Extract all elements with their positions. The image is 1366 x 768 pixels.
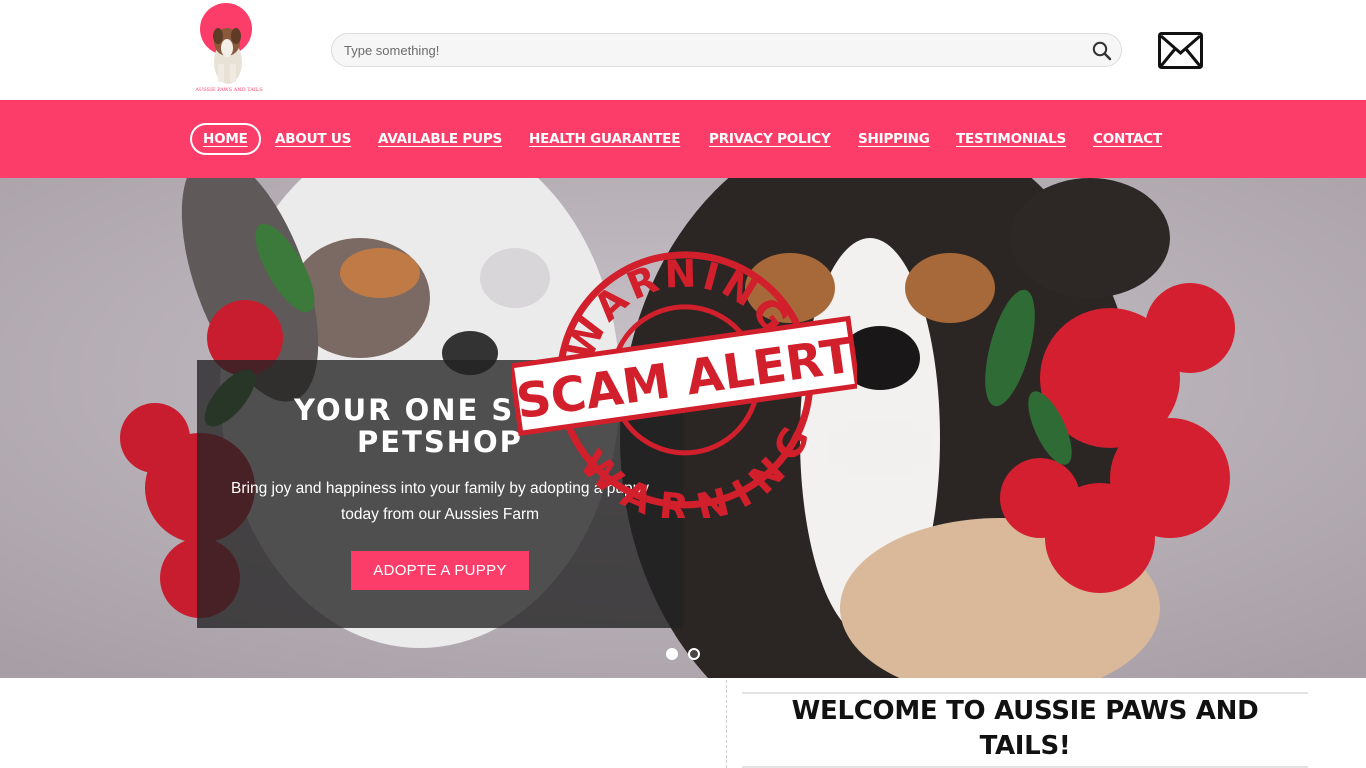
nav-contact[interactable]: CONTACT xyxy=(1093,123,1162,155)
search-input[interactable] xyxy=(344,34,1084,66)
welcome-line2: TAILS! xyxy=(979,731,1071,761)
logo-text: AUSSIE PAWS AND TAILS xyxy=(194,87,263,93)
nav-about-us[interactable]: ABOUT US xyxy=(275,123,351,155)
site-logo[interactable]: AUSSIE PAWS AND TAILS xyxy=(190,2,268,96)
nav-shipping[interactable]: SHIPPING xyxy=(858,123,930,155)
search-bar xyxy=(331,33,1122,67)
welcome-heading: WELCOME TO AUSSIE PAWS AND TAILS! xyxy=(742,694,1308,764)
nav-available-pups[interactable]: AVAILABLE PUPS xyxy=(378,123,502,155)
slider-dot-2[interactable] xyxy=(688,648,700,660)
scam-alert-stamp: WARNING WARNING SCAM ALERT xyxy=(512,250,857,518)
nav-health-guarantee[interactable]: HEALTH GUARANTEE xyxy=(529,123,680,155)
envelope-icon[interactable] xyxy=(1158,32,1203,69)
nav-testimonials[interactable]: TESTIMONIALS xyxy=(956,123,1066,155)
nav-privacy-policy[interactable]: PRIVACY POLICY xyxy=(709,123,831,155)
site-header: AUSSIE PAWS AND TAILS xyxy=(0,0,1366,100)
nav-home[interactable]: HOME xyxy=(190,123,261,155)
svg-text:WARNING: WARNING xyxy=(567,411,830,518)
column-divider xyxy=(726,680,727,768)
stamp-bottom-text: WARNING xyxy=(567,411,830,518)
welcome-line1: WELCOME TO AUSSIE PAWS AND xyxy=(791,696,1259,726)
search-icon[interactable] xyxy=(1091,40,1113,62)
slider-dot-1[interactable] xyxy=(666,648,678,660)
adopt-puppy-button[interactable]: ADOPTE A PUPPY xyxy=(351,551,529,590)
